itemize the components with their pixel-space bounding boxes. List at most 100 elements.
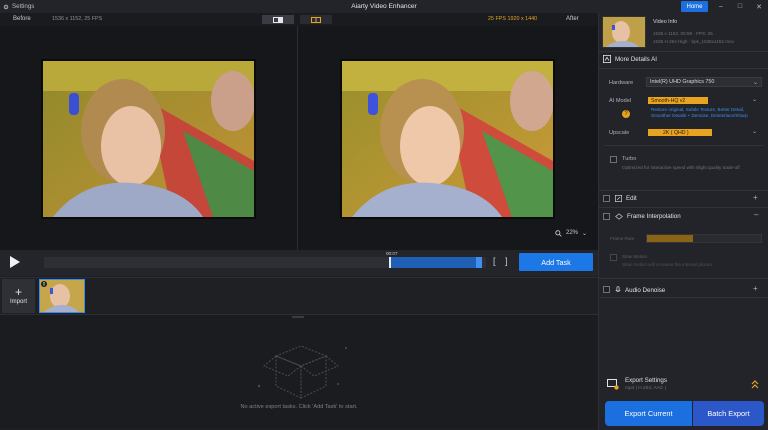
frame-interpolation-icon: [615, 213, 623, 220]
divider: [599, 278, 768, 279]
media-thumbnail[interactable]: 0: [39, 279, 85, 313]
export-settings-label: Export Settings: [625, 377, 667, 384]
import-button[interactable]: + Import: [2, 279, 35, 313]
media-thumbnail-image: 0: [40, 280, 84, 312]
collapse-frame-interpolation-icon[interactable]: –: [754, 210, 758, 219]
expand-audio-denoise-icon[interactable]: +: [753, 284, 758, 293]
split-view-icon: [273, 16, 283, 23]
upscale-value: 2K ( QHD ): [663, 129, 689, 136]
ai-model-value: Smooth-HQ v2: [651, 97, 686, 104]
play-button[interactable]: [8, 254, 22, 270]
video-info-title: Video Info: [653, 19, 678, 25]
maximize-icon[interactable]: □: [731, 0, 749, 13]
app-title: Aiarty Video Enhancer: [351, 3, 417, 10]
divider: [599, 68, 768, 69]
play-icon: [10, 256, 20, 268]
turbo-description: Optimized for interactive speed with sli…: [622, 165, 740, 170]
timeline-playhead[interactable]: [389, 257, 391, 268]
upscale-select[interactable]: 2K ( QHD ): [648, 129, 712, 136]
export-settings-summary: mp4 | H.264, AAC |: [625, 386, 666, 391]
zoom-icon: [555, 229, 562, 237]
divider: [604, 145, 764, 146]
close-icon[interactable]: ✕: [750, 0, 768, 13]
chevron-up-icon[interactable]: [751, 380, 759, 389]
zoom-value: 22%: [566, 230, 579, 236]
more-details-title-row: More Details AI: [603, 55, 657, 63]
split-view-toggle[interactable]: [262, 15, 294, 24]
chevron-down-icon: ⌄: [582, 230, 588, 237]
hardware-label: Hardware: [609, 80, 634, 86]
chevron-down-icon[interactable]: ⌄: [752, 128, 757, 135]
home-button[interactable]: Home: [681, 1, 708, 12]
chevron-down-icon: ⌄: [752, 79, 758, 86]
before-info: 1536 x 1152, 25 FPS: [52, 16, 103, 22]
audio-denoise-checkbox[interactable]: [603, 286, 610, 293]
video-info-thumbnail: [602, 16, 646, 48]
plus-icon: +: [14, 285, 22, 299]
media-thumbnail-badge: 0: [43, 282, 46, 288]
divider: [599, 207, 768, 208]
preview-divider[interactable]: [297, 26, 298, 250]
edit-checkbox[interactable]: [603, 195, 610, 202]
turbo-checkbox[interactable]: [610, 156, 617, 163]
settings-panel: [598, 13, 768, 430]
slow-motion-description: Slow motion will increase the interval p…: [622, 262, 713, 267]
side-by-side-toggle[interactable]: [300, 15, 332, 24]
after-label: After: [566, 16, 579, 22]
resize-handle[interactable]: [292, 316, 304, 318]
frame-interpolation-row[interactable]: Frame Interpolation: [615, 213, 681, 220]
empty-task-message: No active export tasks. Click 'Add Task'…: [240, 404, 358, 410]
export-settings-row[interactable]: Export Settings mp4 | H.264, AAC |: [605, 377, 765, 395]
slow-motion-checkbox[interactable]: [610, 254, 617, 261]
frame-rate-value-bar: [647, 235, 693, 242]
microphone-icon: [615, 286, 621, 292]
divider: [599, 51, 768, 52]
timecode: 00:07: [386, 251, 398, 256]
before-label: Before: [13, 16, 31, 22]
hardware-select[interactable]: Intel(R) UHD Graphics 750 ⌄: [646, 77, 762, 87]
frame-interpolation-label: Frame Interpolation: [627, 213, 681, 220]
timeline-end-handle[interactable]: [476, 257, 482, 268]
frame-rate-label: Frame Rate: [610, 236, 635, 241]
media-strip: [0, 277, 598, 315]
audio-denoise-label: Audio Denoise: [625, 286, 666, 294]
expand-edit-icon[interactable]: +: [753, 193, 758, 202]
zoom-control[interactable]: 22% ⌄: [555, 228, 587, 238]
ai-model-select[interactable]: Smooth-HQ v2: [648, 97, 708, 104]
mark-in-icon[interactable]: [: [493, 256, 496, 266]
turbo-label: Turbo: [622, 156, 637, 162]
empty-box-icon: [257, 345, 347, 399]
frame-rate-select[interactable]: [646, 234, 762, 243]
help-icon[interactable]: ?: [622, 110, 630, 118]
export-current-button[interactable]: Export Current: [605, 401, 692, 426]
after-frame-image: [342, 61, 553, 217]
chevron-down-icon[interactable]: ⌄: [752, 96, 757, 103]
batch-export-button[interactable]: Batch Export: [693, 401, 764, 426]
divider: [599, 190, 768, 191]
ai-enhance-icon: [603, 55, 611, 63]
export-settings-icon: [607, 379, 619, 390]
ai-model-label: AI Model: [609, 98, 632, 104]
video-info-thumbnail-image: [603, 17, 645, 47]
hardware-value: Intel(R) UHD Graphics 750: [650, 79, 715, 85]
upscale-label: Upscale: [609, 130, 630, 136]
import-label: Import: [9, 299, 27, 305]
edit-row[interactable]: Edit: [615, 195, 637, 202]
mark-out-icon[interactable]: ]: [505, 256, 508, 266]
after-info: 25 FPS 1920 x 1440: [488, 16, 538, 22]
audio-denoise-row[interactable]: Audio Denoise: [615, 286, 665, 294]
before-frame-image: [43, 61, 254, 217]
ai-model-description: Restore original, Subtle Texture, Better…: [651, 107, 748, 118]
after-video-frame: [340, 59, 555, 219]
add-task-button[interactable]: Add Task: [519, 253, 593, 271]
edit-label: Edit: [626, 195, 637, 202]
minimize-icon[interactable]: –: [712, 0, 730, 13]
before-video-frame: [41, 59, 256, 219]
slow-motion-label: Slow Motion: [622, 254, 648, 259]
frame-interpolation-checkbox[interactable]: [603, 213, 610, 220]
divider: [599, 297, 768, 298]
side-by-side-icon: [311, 16, 321, 23]
video-meta-line-1: 1536 x 1152, 00:08 · FPS: 25: [653, 31, 713, 36]
more-details-title: More Details AI: [615, 55, 657, 63]
timeline-selection[interactable]: [390, 257, 482, 268]
